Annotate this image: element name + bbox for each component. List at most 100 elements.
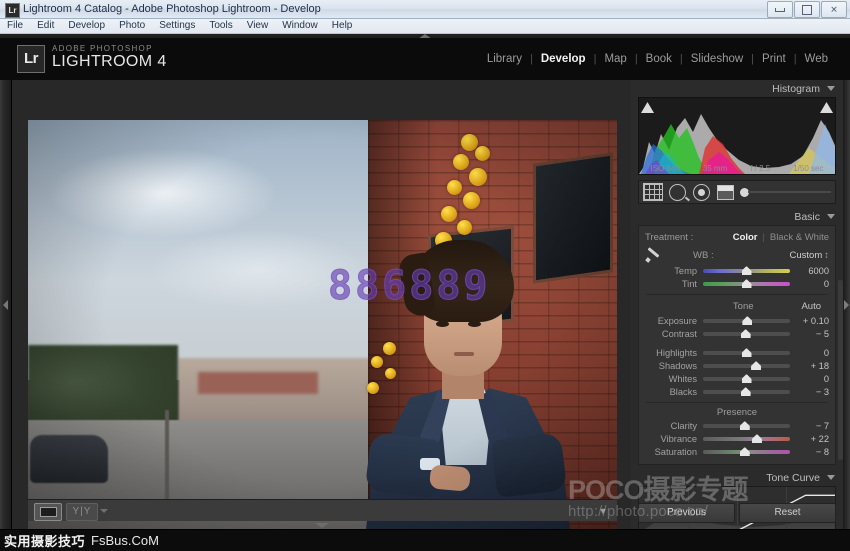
slider-knob[interactable] [742,348,752,357]
slider-track[interactable] [703,319,790,323]
slider-saturation[interactable]: Saturation − 8 [639,445,835,458]
module-print[interactable]: Print [754,52,794,66]
slider-value: 0 [790,279,829,289]
slider-track[interactable] [703,390,790,394]
left-panel-collapsed[interactable] [0,80,12,529]
slider-value: − 8 [790,447,829,457]
module-slideshow[interactable]: Slideshow [683,52,751,66]
image-work-area: 886889 Y|Y ▼ [12,80,631,529]
menu-item-develop[interactable]: Develop [61,19,112,33]
auto-tone-button[interactable]: Auto [801,301,829,312]
menu-item-photo[interactable]: Photo [112,19,152,33]
minimize-button[interactable] [767,1,793,18]
chevron-down-icon[interactable] [827,475,835,480]
treatment-black-and-white-option[interactable]: Black & White [770,232,829,243]
slider-label: Vibrance [645,434,703,444]
slider-track[interactable] [703,282,790,286]
histogram-panel-header[interactable]: Histogram [631,80,843,97]
menu-item-file[interactable]: File [0,19,30,33]
wb-stepper-icon[interactable]: ↕ [824,250,829,261]
spot-removal-icon[interactable] [669,184,687,200]
filmstrip-toggle-arrow[interactable] [315,523,329,528]
slider-knob[interactable] [740,447,750,456]
red-eye-icon[interactable] [693,184,711,200]
menu-item-tools[interactable]: Tools [202,19,239,33]
slider-contrast[interactable]: Contrast − 5 [639,327,835,340]
exif-focal-length: 35 mm [703,164,727,173]
slider-track[interactable] [703,437,790,441]
module-library[interactable]: Library [479,52,530,66]
crop-overlay-icon[interactable] [643,183,663,201]
slider-clarity[interactable]: Clarity − 7 [639,419,835,432]
slider-knob[interactable] [742,266,752,275]
divider [646,402,828,403]
menu-item-settings[interactable]: Settings [152,19,202,33]
tone-curve-panel-header[interactable]: Tone Curve [631,469,843,486]
previous-button[interactable]: Previous [638,503,735,523]
reset-button[interactable]: Reset [739,503,836,523]
photo-image: 886889 [28,120,617,545]
slider-whites[interactable]: Whites 0 [639,372,835,385]
slider-label: Highlights [645,348,703,358]
right-panel-edge[interactable] [843,80,850,529]
maximize-button[interactable] [794,1,820,18]
slider-track[interactable] [703,351,790,355]
tone-section-header: Tone Auto [639,299,835,314]
loupe-view-icon[interactable] [34,503,62,521]
toolbar-options-chevron-down-icon[interactable]: ▼ [597,505,609,517]
treatment-row: Treatment : Color | Black & White [639,229,835,245]
slider-track[interactable] [703,450,790,454]
slider-blacks[interactable]: Blacks − 3 [639,385,835,398]
toolbar-chevron-down-icon[interactable] [100,509,108,513]
adjustment-brush-icon[interactable] [740,188,831,197]
slider-track[interactable] [703,269,790,273]
module-map[interactable]: Map [596,52,634,66]
slider-track[interactable] [703,364,790,368]
basic-panel-header[interactable]: Basic [631,208,843,225]
histogram-graph[interactable]: ISO 640 35 mm f / 2.5 1/50 sec [638,97,836,175]
slider-knob[interactable] [742,374,752,383]
slider-knob[interactable] [742,316,752,325]
slider-knob[interactable] [740,421,750,430]
menu-item-window[interactable]: Window [275,19,325,33]
slider-shadows[interactable]: Shadows + 18 [639,359,835,372]
slider-knob[interactable] [742,279,752,288]
chevron-down-icon[interactable] [827,214,835,219]
module-book[interactable]: Book [638,52,680,66]
slider-track[interactable] [703,332,790,336]
slider-label: Clarity [645,421,703,431]
treatment-color-option[interactable]: Color [733,232,758,243]
slider-track[interactable] [703,377,790,381]
slider-value: + 22 [790,434,829,444]
module-develop[interactable]: Develop [533,52,594,66]
menu-item-help[interactable]: Help [325,19,360,33]
menu-item-view[interactable]: View [240,19,276,33]
module-web[interactable]: Web [797,52,836,66]
slider-knob[interactable] [741,387,751,396]
slider-temp[interactable]: Temp 6000 [639,264,835,277]
slider-knob[interactable] [751,361,761,370]
slider-vibrance[interactable]: Vibrance + 22 [639,432,835,445]
menu-item-edit[interactable]: Edit [30,19,61,33]
photo-person-mouth [454,352,474,356]
compare-view-button[interactable]: Y|Y [66,503,98,521]
photo-cloud [148,230,368,310]
close-button[interactable]: ✕ [821,1,847,18]
slider-tint[interactable]: Tint 0 [639,277,835,290]
photo-cloud [48,148,278,238]
slider-knob[interactable] [741,329,751,338]
wb-preset-dropdown[interactable]: Custom↕ [790,250,829,261]
right-panel-collapse-arrow[interactable] [844,300,849,310]
left-panel-expand-arrow[interactable] [3,300,8,310]
graduated-filter-icon[interactable] [717,185,734,200]
slider-knob[interactable] [752,434,762,443]
slider-exposure[interactable]: Exposure + 0.10 [639,314,835,327]
slider-label: Exposure [645,316,703,326]
white-balance-selector-icon[interactable] [645,249,663,263]
slider-track[interactable] [703,424,790,428]
slider-label: Tint [645,279,703,289]
chevron-down-icon[interactable] [827,86,835,91]
slider-highlights[interactable]: Highlights 0 [639,346,835,359]
exif-aperture: f / 2.5 [750,164,770,173]
photo-container[interactable]: 886889 [28,120,617,545]
